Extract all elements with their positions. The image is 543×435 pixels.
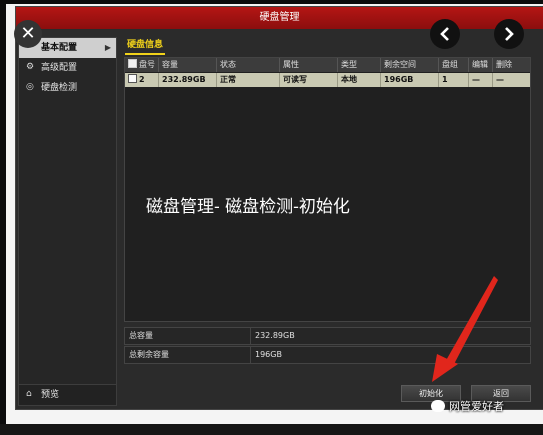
tutorial-caption: 磁盘管理- 磁盘检测-初始化 (146, 197, 350, 217)
watermark: 网管爱好者 (431, 398, 504, 414)
sidebar-item-advanced-config[interactable]: ⚙ 高级配置 (19, 58, 116, 78)
select-all-checkbox[interactable] (128, 59, 137, 68)
cell-type: 本地 (338, 73, 381, 87)
sidebar-item-label: 高级配置 (41, 63, 78, 73)
cell-capacity: 232.89GB (159, 73, 217, 87)
settings-icon: ⚙ (26, 62, 35, 72)
close-icon[interactable]: ✕ (14, 20, 42, 48)
tab-disk-info[interactable]: 硬盘信息 (125, 37, 166, 55)
header-free-space: 剩余空间 (381, 58, 439, 72)
cell-disk-group: 1 (439, 73, 469, 87)
row-checkbox[interactable] (128, 74, 137, 83)
sidebar-item-disk-check[interactable]: ◎ 硬盘检测 (19, 78, 116, 98)
delete-icon[interactable]: — (493, 73, 530, 87)
edit-icon[interactable]: — (469, 73, 493, 87)
sidebar-preview: ⌂ 预览 (19, 384, 116, 405)
header-type: 类型 (338, 58, 381, 72)
total-capacity-row: 总容量 232.89GB (124, 327, 531, 345)
main-panel: 硬盘信息 盘号 容量 状态 属性 类型 剩余空间 盘组 编辑 删除 2 232.… (122, 37, 539, 404)
header-capacity: 容量 (159, 58, 217, 72)
chevron-right-icon[interactable] (494, 19, 524, 49)
cell-free-space: 196GB (381, 73, 439, 87)
free-capacity-row: 总剩余容量 196GB (124, 346, 531, 364)
cell-attribute: 可读写 (280, 73, 338, 87)
preview-button[interactable]: ⌂ 预览 (19, 385, 116, 405)
screenshot-stage: 硬盘管理 ⚙ 基本配置 ▶ ⚙ 高级配置 ◎ 硬盘检测 ⌂ 预览 (0, 0, 543, 435)
preview-label: 预览 (41, 390, 60, 400)
free-capacity-value: 196GB (250, 347, 282, 363)
disk-table: 盘号 容量 状态 属性 类型 剩余空间 盘组 编辑 删除 2 232.89GB (124, 57, 531, 322)
bottom-band (0, 424, 543, 435)
free-capacity-label: 总剩余容量 (129, 350, 169, 359)
total-capacity-value: 232.89GB (250, 328, 295, 344)
sidebar: ⚙ 基本配置 ▶ ⚙ 高级配置 ◎ 硬盘检测 ⌂ 预览 (18, 37, 117, 406)
window-title: 硬盘管理 (16, 7, 543, 29)
home-icon: ⌂ (26, 389, 32, 399)
table-header: 盘号 容量 状态 属性 类型 剩余空间 盘组 编辑 删除 (125, 58, 530, 72)
wechat-icon (431, 400, 445, 412)
sidebar-item-label: 硬盘检测 (41, 83, 78, 93)
watermark-text: 网管爱好者 (449, 400, 504, 413)
header-status: 状态 (217, 58, 280, 72)
total-capacity-label: 总容量 (129, 331, 153, 340)
cell-disk-no: 2 (125, 73, 159, 87)
table-row[interactable]: 2 232.89GB 正常 可读写 本地 196GB 1 — — (125, 73, 530, 87)
header-disk-group: 盘组 (439, 58, 469, 72)
header-attribute: 属性 (280, 58, 338, 72)
cell-status: 正常 (217, 73, 280, 87)
disk-icon: ◎ (26, 82, 34, 92)
chevron-left-icon[interactable] (430, 19, 460, 49)
chevron-right-icon: ▶ (104, 43, 111, 52)
header-edit: 编辑 (469, 58, 493, 72)
header-disk-no: 盘号 (125, 58, 159, 72)
sidebar-item-label: 基本配置 (41, 43, 78, 53)
header-delete: 删除 (496, 60, 512, 69)
